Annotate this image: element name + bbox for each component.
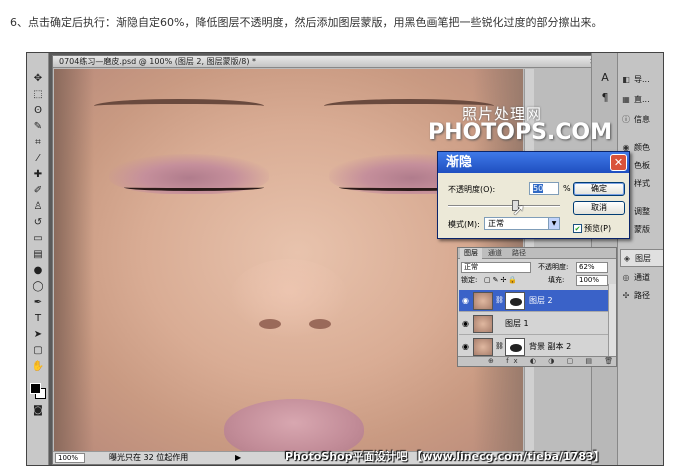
footer-watermark: PhotoShop平面设计吧 【www.linecg.com/tieba/178… <box>285 450 605 463</box>
navigator-icon: ◧ <box>622 75 630 84</box>
lock-icons[interactable]: ▢✎✢🔒 <box>484 275 519 286</box>
dock-item-histogram[interactable]: ▦ 直... <box>620 91 663 109</box>
layer-mask-thumbnail[interactable] <box>505 292 525 310</box>
zoom-level-field[interactable]: 100% <box>55 453 85 463</box>
mode-label: 模式(M): <box>448 220 480 229</box>
opacity-slider[interactable] <box>448 205 560 207</box>
layers-scrollbar[interactable] <box>608 284 616 358</box>
channels-icon: ◎ <box>622 273 630 282</box>
mouse-cursor-icon: ➚ <box>512 200 526 219</box>
paragraph-panel-icon[interactable]: ¶ <box>596 89 614 107</box>
move-tool-icon[interactable]: ✥ <box>30 71 46 87</box>
fade-dialog-title[interactable]: 渐隐 <box>438 152 629 173</box>
layer-thumbnail <box>473 292 493 310</box>
layer-row-layer2[interactable]: ◉ ⛓ 图层 2 <box>459 290 609 312</box>
history-brush-tool-icon[interactable]: ↺ <box>30 215 46 231</box>
fade-dialog: 渐隐 ✕ 不透明度(O): 50 % 模式(M): 正常 ▼ 确定 取消 ✔ 预览(… <box>437 151 630 239</box>
link-icon: ⛓ <box>495 342 504 350</box>
gradient-tool-icon[interactable]: ▤ <box>30 247 46 263</box>
face-shadow-left <box>54 69 94 452</box>
opacity-label: 不透明度(O): <box>448 185 496 194</box>
layer-name: 背景 副本 2 <box>529 342 572 351</box>
layer-opacity-input[interactable]: 62% <box>576 262 608 273</box>
brush-tool-icon[interactable]: ✐ <box>30 183 46 199</box>
checkmark-icon: ✔ <box>573 224 582 233</box>
layers-panel-actions[interactable]: ⊕ fx ◐ ◑ ▢ ▤ 🗑 <box>458 356 616 366</box>
character-panel-icon[interactable]: A <box>596 69 614 87</box>
tutorial-caption: 6、点击确定后执行：渐隐自定60%，降低图层不透明度，然后添加图层蒙版，用黑色画… <box>10 16 603 29</box>
percent-label: % <box>563 184 571 193</box>
fill-input[interactable]: 100% <box>576 275 608 286</box>
opacity-input[interactable]: 50 <box>529 182 559 195</box>
blur-tool-icon[interactable]: ● <box>30 263 46 279</box>
quick-select-tool-icon[interactable]: ✎ <box>30 119 46 135</box>
info-icon: ⓘ <box>622 115 630 124</box>
quick-mask-icon[interactable]: ◙ <box>30 403 46 419</box>
layer-opacity-label: 不透明度: <box>538 263 569 271</box>
crop-tool-icon[interactable]: ⌗ <box>30 135 46 151</box>
layer-thumbnail <box>473 315 493 333</box>
visibility-eye-icon[interactable]: ◉ <box>461 342 470 351</box>
fill-label: 填充: <box>548 276 565 284</box>
marquee-tool-icon[interactable]: ⬚ <box>30 87 46 103</box>
shape-tool-icon[interactable]: ▢ <box>30 343 46 359</box>
eyedropper-tool-icon[interactable]: ⁄ <box>30 151 46 167</box>
dock-item-info[interactable]: ⓘ 信息 <box>620 111 663 129</box>
dock-item-layers[interactable]: ◈ 图层 <box>620 249 663 267</box>
layer-row-layer1[interactable]: ◉ 图层 1 <box>459 313 609 335</box>
chevron-down-icon: ▼ <box>548 218 559 229</box>
status-info-text[interactable]: 曝光只在 32 位起作用 <box>109 452 188 464</box>
right-nostril <box>309 319 331 329</box>
pen-tool-icon[interactable]: ✒ <box>30 295 46 311</box>
eraser-tool-icon[interactable]: ▭ <box>30 231 46 247</box>
visibility-eye-icon[interactable]: ◉ <box>461 319 470 328</box>
layers-panel: 图层 通道 路径 正常 不透明度: 62% 锁定: ▢✎✢🔒 填充: 100% … <box>457 247 617 367</box>
foreground-color-swatch[interactable] <box>30 383 41 394</box>
tab-channels[interactable]: 通道 <box>484 248 506 259</box>
path-select-tool-icon[interactable]: ➤ <box>30 327 46 343</box>
blend-mode-select[interactable]: 正常 <box>461 262 531 273</box>
healing-brush-tool-icon[interactable]: ✚ <box>30 167 46 183</box>
layer-name: 图层 2 <box>529 296 553 305</box>
dodge-tool-icon[interactable]: ◯ <box>30 279 46 295</box>
visibility-eye-icon[interactable]: ◉ <box>461 296 470 305</box>
paths-icon: ✣ <box>622 291 630 300</box>
dock-item-paths[interactable]: ✣ 路径 <box>620 287 663 305</box>
lock-label: 锁定: <box>461 276 478 284</box>
ok-button[interactable]: 确定 <box>573 182 625 196</box>
tools-palette: ✥ ⬚ ʘ ✎ ⌗ ⁄ ✚ ✐ ♙ ↺ ▭ ▤ ● ◯ ✒ T ➤ ▢ ✋ ◙ <box>27 53 49 465</box>
tab-paths[interactable]: 路径 <box>508 248 530 259</box>
histogram-icon: ▦ <box>622 95 630 104</box>
left-eyebrow <box>94 99 264 113</box>
preview-checkbox[interactable]: ✔ 预览(P) <box>573 223 611 234</box>
document-title[interactable]: 0704练习—磨皮.psd @ 100% (图层 2, 图层蒙版/8) * <box>53 56 600 68</box>
layers-icon: ◈ <box>623 254 631 263</box>
dock-item-navigator[interactable]: ◧ 导... <box>620 71 663 89</box>
dock-item-channels[interactable]: ◎ 通道 <box>620 269 663 287</box>
left-eyelash <box>124 184 264 191</box>
panel-dock: ◧导... ▦直... ⓘ信息 ◉颜色 ▦色板 ◆样式 ◐调整 ▣蒙版 ◈图层 … <box>617 53 663 465</box>
left-nostril <box>259 319 281 329</box>
watermark-logo: PHOTOPS.COM <box>428 120 613 145</box>
layer-name: 图层 1 <box>505 319 529 328</box>
opacity-value: 50 <box>533 184 544 193</box>
tab-layers[interactable]: 图层 <box>460 248 482 259</box>
nose <box>229 259 349 339</box>
lips <box>224 399 364 452</box>
layer-thumbnail <box>473 338 493 356</box>
hand-tool-icon[interactable]: ✋ <box>30 359 46 375</box>
close-icon[interactable]: ✕ <box>610 154 627 171</box>
layers-panel-tabs: 图层 通道 路径 <box>458 248 616 259</box>
layer-row-background-copy[interactable]: ◉ ⛓ 背景 副本 2 <box>459 336 609 358</box>
layer-mask-thumbnail[interactable] <box>505 338 525 356</box>
status-arrow-icon[interactable]: ▶ <box>235 452 241 464</box>
clone-stamp-tool-icon[interactable]: ♙ <box>30 199 46 215</box>
link-icon: ⛓ <box>495 296 504 304</box>
type-tool-icon[interactable]: T <box>30 311 46 327</box>
lasso-tool-icon[interactable]: ʘ <box>30 103 46 119</box>
cancel-button[interactable]: 取消 <box>573 201 625 215</box>
